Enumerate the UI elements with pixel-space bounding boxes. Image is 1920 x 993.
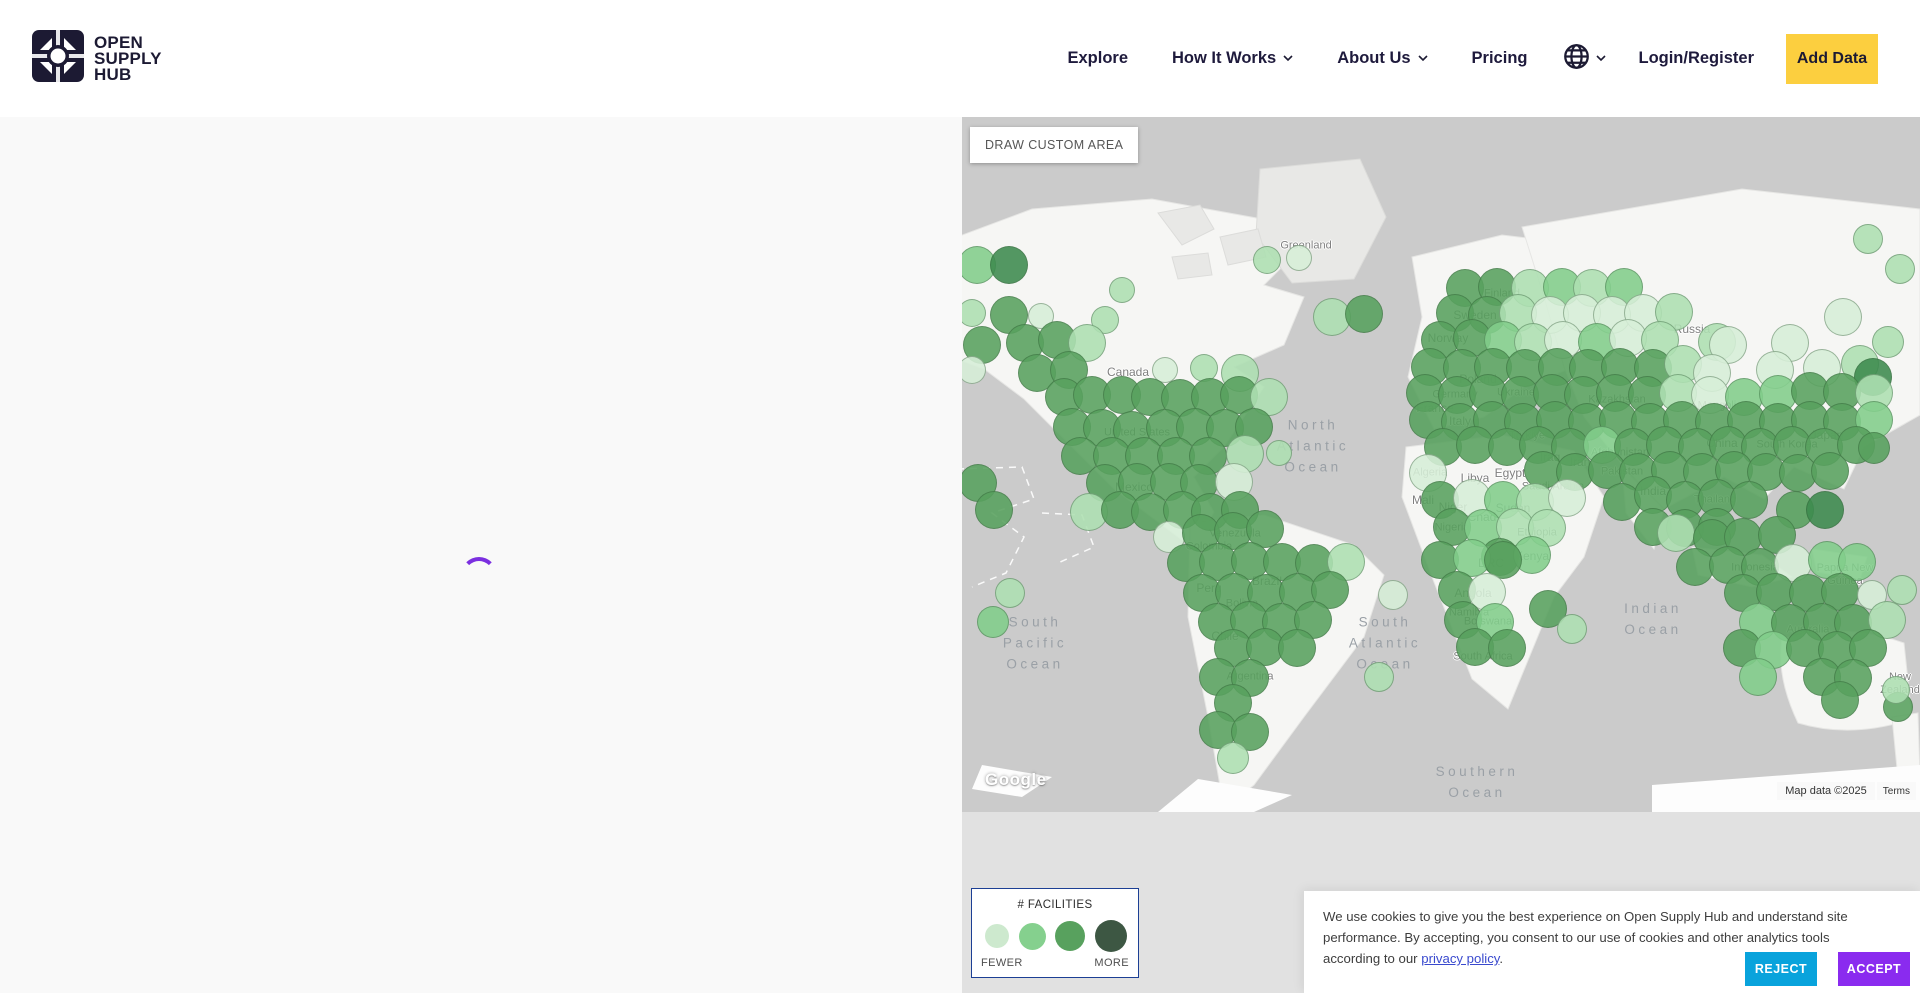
facility-cluster[interactable] (1266, 440, 1292, 466)
facility-cluster[interactable] (1364, 662, 1394, 692)
facility-cluster[interactable] (1345, 295, 1383, 333)
facilities-map[interactable]: CanadaUnited StatesMexicoVenezuelaColomb… (962, 117, 1920, 812)
legend-scale-dot (1019, 923, 1046, 950)
facility-cluster[interactable] (1882, 676, 1910, 704)
map-data-copyright: Map data ©2025 (1777, 782, 1875, 800)
facility-cluster[interactable] (1806, 491, 1844, 529)
nav-item-how-it-works[interactable]: How It Works (1172, 49, 1293, 68)
nav-item-label: How It Works (1172, 49, 1276, 68)
facility-cluster[interactable] (1378, 580, 1408, 610)
language-selector[interactable] (1563, 43, 1606, 75)
nav-item-label: Pricing (1472, 49, 1528, 68)
nav-item-explore[interactable]: Explore (1067, 49, 1128, 68)
facility-cluster[interactable] (1739, 658, 1777, 696)
map-panel: CanadaUnited StatesMexicoVenezuelaColomb… (962, 117, 1920, 993)
main-content: CanadaUnited StatesMexicoVenezuelaColomb… (0, 117, 1920, 993)
main-nav: Explore How It Works About Us Pricing (1067, 49, 1527, 68)
map-ocean-label: South Pacific Ocean (1003, 613, 1067, 676)
legend-scale-dot (985, 924, 1009, 948)
facilities-legend: # FACILITIES FEWER MORE (971, 888, 1139, 978)
site-header: OPEN SUPPLY HUB Explore How It Works About… (0, 0, 1920, 117)
facility-cluster[interactable] (1858, 432, 1890, 464)
header-right-group: Login/Register Add Data (1563, 34, 1878, 84)
facility-cluster[interactable] (1253, 246, 1281, 274)
facility-cluster[interactable] (1217, 742, 1249, 774)
facility-cluster[interactable] (1730, 481, 1768, 519)
loading-spinner (461, 557, 497, 593)
facility-cluster[interactable] (1557, 614, 1587, 644)
logo-wordmark: OPEN SUPPLY HUB (94, 35, 162, 83)
chevron-down-icon (1596, 55, 1606, 62)
facility-cluster[interactable] (1811, 452, 1849, 490)
google-logo[interactable]: Google (985, 770, 1047, 790)
add-data-button[interactable]: Add Data (1786, 34, 1878, 84)
cookie-reject-button[interactable]: REJECT (1745, 952, 1817, 986)
facility-cluster[interactable] (1821, 681, 1859, 719)
map-country-label: Egypt (1495, 466, 1526, 480)
facility-cluster[interactable] (1872, 326, 1904, 358)
facility-cluster[interactable] (990, 246, 1028, 284)
map-ocean-label: Indian Ocean (1624, 599, 1682, 641)
cookie-banner: We use cookies to give you the best expe… (1304, 891, 1920, 993)
nav-item-label: Explore (1067, 49, 1128, 68)
globe-icon (1563, 43, 1590, 75)
facility-cluster[interactable] (1824, 298, 1862, 336)
nav-item-about-us[interactable]: About Us (1337, 49, 1427, 68)
chevron-down-icon (1418, 55, 1428, 62)
cookie-accept-button[interactable]: ACCEPT (1838, 952, 1910, 986)
nav-item-label: About Us (1337, 49, 1410, 68)
facility-cluster[interactable] (1278, 629, 1316, 667)
chevron-down-icon (1283, 55, 1293, 62)
results-panel-loading (0, 117, 962, 993)
legend-more-label: MORE (1094, 957, 1129, 969)
map-attribution: Map data ©2025 Terms (1777, 782, 1916, 800)
facility-cluster[interactable] (1887, 575, 1917, 605)
facility-cluster[interactable] (1286, 245, 1312, 271)
map-ocean-label: Southern Ocean (1436, 762, 1519, 804)
nav-item-pricing[interactable]: Pricing (1472, 49, 1528, 68)
legend-scale-dot (1055, 921, 1085, 951)
logo-pinwheel-icon (32, 30, 84, 87)
logo[interactable]: OPEN SUPPLY HUB (32, 30, 162, 87)
legend-fewer-label: FEWER (981, 957, 1023, 969)
facility-cluster[interactable] (977, 606, 1009, 638)
legend-scale-dot (1095, 920, 1127, 952)
facility-cluster[interactable] (1885, 254, 1915, 284)
facility-cluster[interactable] (975, 491, 1013, 529)
cookie-actions: REJECT ACCEPT (1745, 952, 1910, 986)
facility-cluster[interactable] (1853, 224, 1883, 254)
privacy-policy-link[interactable]: privacy policy (1421, 951, 1499, 966)
logo-line-3: HUB (94, 67, 162, 83)
terms-link[interactable]: Terms (1877, 782, 1916, 800)
cookie-text-after: . (1499, 951, 1503, 966)
facility-cluster[interactable] (1109, 277, 1135, 303)
facility-cluster[interactable] (1657, 514, 1695, 552)
login-register-link[interactable]: Login/Register (1638, 49, 1754, 68)
facility-cluster[interactable] (995, 578, 1025, 608)
facility-cluster[interactable] (1488, 629, 1526, 667)
draw-custom-area-button[interactable]: DRAW CUSTOM AREA (970, 127, 1138, 163)
open-supply-hub-app: OPEN SUPPLY HUB Explore How It Works About… (0, 0, 1920, 993)
